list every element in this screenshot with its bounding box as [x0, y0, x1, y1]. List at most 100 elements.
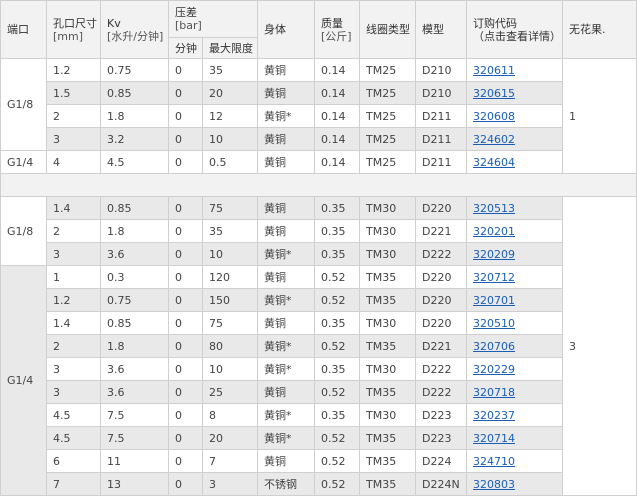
- coil-type-cell: TM35: [359, 380, 416, 404]
- model-cell: D221: [415, 219, 467, 243]
- order-code-link[interactable]: 324604: [473, 156, 515, 169]
- kv-cell: 0.85: [100, 81, 169, 105]
- pressure-min-cell: 0: [168, 81, 203, 105]
- kv-cell: 3.6: [100, 357, 169, 381]
- coil-type-cell: TM25: [359, 127, 416, 151]
- pressure-min-cell: 0: [168, 288, 203, 312]
- table-row: 7 13 0 3 不锈钢 0.52 TM35 D224N 320803: [1, 472, 637, 496]
- table-row: 2 1.8 0 35 黄铜 0.35 TM30 D221 320201: [1, 219, 637, 243]
- orifice-cell: 3: [46, 380, 101, 404]
- order-code-link[interactable]: 320803: [473, 478, 515, 491]
- body-material-cell: 黄铜: [257, 81, 315, 105]
- figure-number-cell: 1: [562, 58, 637, 174]
- pressure-min-cell: 0: [168, 311, 203, 335]
- coil-type-cell: TM30: [359, 311, 416, 335]
- coil-type-cell: TM35: [359, 288, 416, 312]
- order-code-cell: 320714: [466, 426, 563, 450]
- order-code-link[interactable]: 320608: [473, 110, 515, 123]
- kv-cell: 3.6: [100, 242, 169, 266]
- coil-type-cell: TM25: [359, 104, 416, 128]
- body-material-cell: 黄铜: [257, 150, 315, 174]
- mass-cell: 0.14: [314, 81, 360, 105]
- orifice-cell: 1.4: [46, 196, 101, 220]
- mass-cell: 0.52: [314, 380, 360, 404]
- table-row: G1/4 4 4.5 0 0.5 黄铜 0.14 TM25 D211 324604: [0, 150, 637, 174]
- pressure-min-cell: 0: [168, 449, 203, 473]
- order-code-cell: 320237: [466, 403, 563, 427]
- order-code-link[interactable]: 320510: [473, 317, 515, 330]
- orifice-cell: 1.2: [46, 58, 101, 82]
- table-row: 3 3.2 0 10 黄铜 0.14 TM25 D211 324602: [1, 127, 637, 151]
- pressure-max-cell: 8: [202, 403, 258, 427]
- order-code-link[interactable]: 320201: [473, 225, 515, 238]
- pressure-max-cell: 120: [202, 265, 258, 289]
- body-material-cell: 黄铜: [257, 127, 315, 151]
- order-code-link[interactable]: 320229: [473, 363, 515, 376]
- pressure-min-cell: 0: [168, 242, 203, 266]
- pressure-max-cell: 80: [202, 334, 258, 358]
- order-code-link[interactable]: 320513: [473, 202, 515, 215]
- header-orifice-unit: [mm]: [53, 29, 84, 43]
- model-cell: D224: [415, 449, 467, 473]
- body-material-cell: 黄铜: [257, 219, 315, 243]
- pressure-min-cell: 0: [168, 426, 203, 450]
- pressure-max-cell: 0.5: [202, 150, 258, 174]
- orifice-cell: 4.5: [46, 403, 101, 427]
- order-code-link[interactable]: 320615: [473, 87, 515, 100]
- kv-cell: 1.8: [100, 219, 169, 243]
- pressure-max-cell: 10: [202, 127, 258, 151]
- mass-cell: 0.52: [314, 449, 360, 473]
- order-code-link[interactable]: 324602: [473, 133, 515, 146]
- coil-type-cell: TM35: [359, 449, 416, 473]
- kv-cell: 0.85: [100, 196, 169, 220]
- order-code-link[interactable]: 320611: [473, 64, 515, 77]
- header-mass-label: 质量: [321, 16, 343, 30]
- order-code-link[interactable]: 324710: [473, 455, 515, 468]
- table-row: G1/8 1.4 0.85 0 75 黄铜 0.35 TM30 D220 320513 3: [0, 196, 637, 496]
- body-material-cell: 黄铜: [257, 449, 315, 473]
- kv-cell: 4.5: [100, 150, 169, 174]
- table-row: 1.4 0.85 0 75 黄铜 0.35 TM30 D220 320510: [1, 311, 637, 335]
- coil-type-cell: TM25: [359, 81, 416, 105]
- header-coil: 线圈类型: [359, 0, 416, 59]
- header-order-hint: （点击查看详情）: [473, 29, 561, 43]
- order-code-link[interactable]: 320718: [473, 386, 515, 399]
- order-code-cell: 320510: [466, 311, 563, 335]
- order-code-link[interactable]: 320701: [473, 294, 515, 307]
- header-kv-label: Kv: [107, 16, 121, 30]
- kv-cell: 11: [100, 449, 169, 473]
- model-cell: D222: [415, 380, 467, 404]
- mass-cell: 0.52: [314, 472, 360, 496]
- model-cell: D220: [415, 311, 467, 335]
- header-mass: 质量 [公斤]: [314, 0, 360, 59]
- pressure-max-cell: 7: [202, 449, 258, 473]
- order-code-cell: 320513: [466, 196, 563, 220]
- coil-type-cell: TM30: [359, 242, 416, 266]
- header-model-label: 模型: [422, 23, 444, 36]
- order-code-cell: 324602: [466, 127, 563, 151]
- kv-cell: 3.6: [100, 380, 169, 404]
- kv-cell: 3.2: [100, 127, 169, 151]
- kv-cell: 1.8: [100, 104, 169, 128]
- pressure-min-cell: 0: [168, 127, 203, 151]
- mass-cell: 0.35: [314, 357, 360, 381]
- orifice-cell: 3: [46, 242, 101, 266]
- model-cell: D221: [415, 334, 467, 358]
- port-cell: G1/8: [0, 196, 47, 266]
- order-code-link[interactable]: 320209: [473, 248, 515, 261]
- header-port: 端口: [0, 0, 47, 59]
- body-material-cell: 不锈钢: [257, 472, 315, 496]
- order-code-cell: 320615: [466, 81, 563, 105]
- table-row: 6 11 0 7 黄铜 0.52 TM35 D224 324710: [1, 449, 637, 473]
- mass-cell: 0.35: [314, 196, 360, 220]
- coil-type-cell: TM35: [359, 426, 416, 450]
- order-code-link[interactable]: 320706: [473, 340, 515, 353]
- coil-type-cell: TM30: [359, 357, 416, 381]
- table-row: 3 3.6 0 25 黄铜 0.52 TM35 D222 320718: [1, 380, 637, 404]
- orifice-cell: 4: [46, 150, 101, 174]
- order-code-link[interactable]: 320712: [473, 271, 515, 284]
- order-code-link[interactable]: 320237: [473, 409, 515, 422]
- port-cell: G1/8: [0, 58, 47, 151]
- body-material-cell: 黄铜: [257, 311, 315, 335]
- order-code-link[interactable]: 320714: [473, 432, 515, 445]
